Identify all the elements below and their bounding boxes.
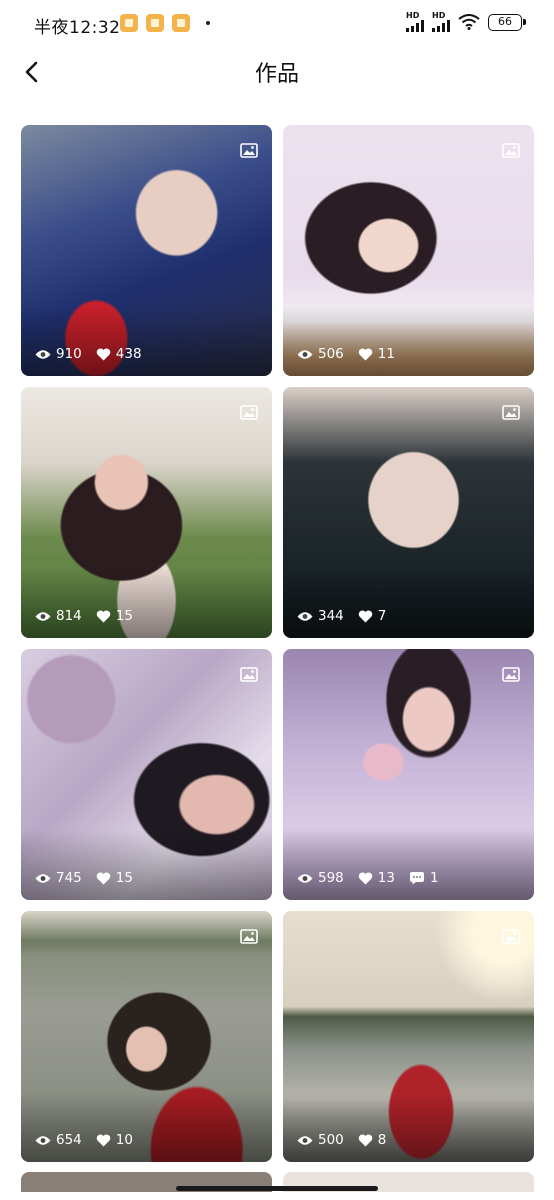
likes-count: 15 <box>96 870 133 886</box>
image-icon <box>502 929 520 944</box>
comments-count: 1 <box>409 870 439 886</box>
eye-icon <box>297 611 313 621</box>
page-title: 作品 <box>254 62 299 87</box>
heart-icon <box>96 1134 111 1146</box>
notification-app-icon <box>120 14 138 32</box>
eye-icon <box>35 1135 51 1145</box>
likes-count: 438 <box>96 346 142 362</box>
heart-icon <box>96 610 111 622</box>
likes-count: 13 <box>358 870 395 886</box>
eye-icon <box>35 349 51 359</box>
likes-count: 15 <box>96 608 133 624</box>
comment-icon <box>409 872 424 885</box>
work-stats: 598 13 1 <box>297 870 453 886</box>
image-icon <box>502 143 520 158</box>
views-count: 745 <box>35 870 82 886</box>
image-icon <box>502 667 520 682</box>
more-notifications-icon <box>206 21 210 25</box>
image-icon <box>240 143 258 158</box>
work-stats: 344 7 <box>297 608 400 624</box>
eye-icon <box>297 349 313 359</box>
work-stats: 500 8 <box>297 1132 400 1148</box>
work-stats: 506 11 <box>297 346 409 362</box>
work-card[interactable]: 500 8 <box>283 911 534 1162</box>
work-card[interactable]: 814 15 <box>21 387 272 638</box>
signal-icon: HD <box>406 12 424 32</box>
status-bar: 半夜12:32 HD HD 66 <box>0 0 554 48</box>
work-card[interactable]: 506 11 <box>283 125 534 376</box>
heart-icon <box>358 610 373 622</box>
likes-count: 7 <box>358 608 386 624</box>
heart-icon <box>96 348 111 360</box>
heart-icon <box>358 872 373 884</box>
image-icon <box>240 667 258 682</box>
notification-app-icon <box>146 14 164 32</box>
work-stats: 910 438 <box>35 346 156 362</box>
heart-icon <box>358 1134 373 1146</box>
image-icon <box>240 929 258 944</box>
heart-icon <box>358 348 373 360</box>
work-stats: 745 15 <box>35 870 147 886</box>
work-card[interactable]: 344 7 <box>283 387 534 638</box>
eye-icon <box>297 1135 313 1145</box>
work-card[interactable]: 654 10 <box>21 911 272 1162</box>
work-stats: 654 10 <box>35 1132 147 1148</box>
image-icon <box>502 405 520 420</box>
signal-icon: HD <box>432 12 450 32</box>
work-card[interactable]: 910 438 <box>21 125 272 376</box>
views-count: 500 <box>297 1132 344 1148</box>
work-stats: 814 15 <box>35 608 147 624</box>
eye-icon <box>297 873 313 883</box>
system-icons: HD HD 66 <box>406 12 526 32</box>
likes-count: 8 <box>358 1132 386 1148</box>
image-icon <box>240 405 258 420</box>
eye-icon <box>35 873 51 883</box>
likes-count: 10 <box>96 1132 133 1148</box>
views-count: 506 <box>297 346 344 362</box>
wifi-icon <box>458 14 480 30</box>
work-card[interactable]: 598 13 1 <box>283 649 534 900</box>
views-count: 598 <box>297 870 344 886</box>
notification-app-icon <box>172 14 190 32</box>
likes-count: 11 <box>358 346 395 362</box>
eye-icon <box>35 611 51 621</box>
views-count: 654 <box>35 1132 82 1148</box>
battery-icon: 66 <box>488 13 526 31</box>
top-app-bar: 作品 <box>0 48 554 98</box>
work-card[interactable]: 745 15 <box>21 649 272 900</box>
home-indicator[interactable] <box>176 1186 378 1191</box>
views-count: 814 <box>35 608 82 624</box>
heart-icon <box>96 872 111 884</box>
views-count: 910 <box>35 346 82 362</box>
status-time: 半夜12:32 <box>34 18 121 38</box>
views-count: 344 <box>297 608 344 624</box>
notification-icons <box>120 14 210 32</box>
